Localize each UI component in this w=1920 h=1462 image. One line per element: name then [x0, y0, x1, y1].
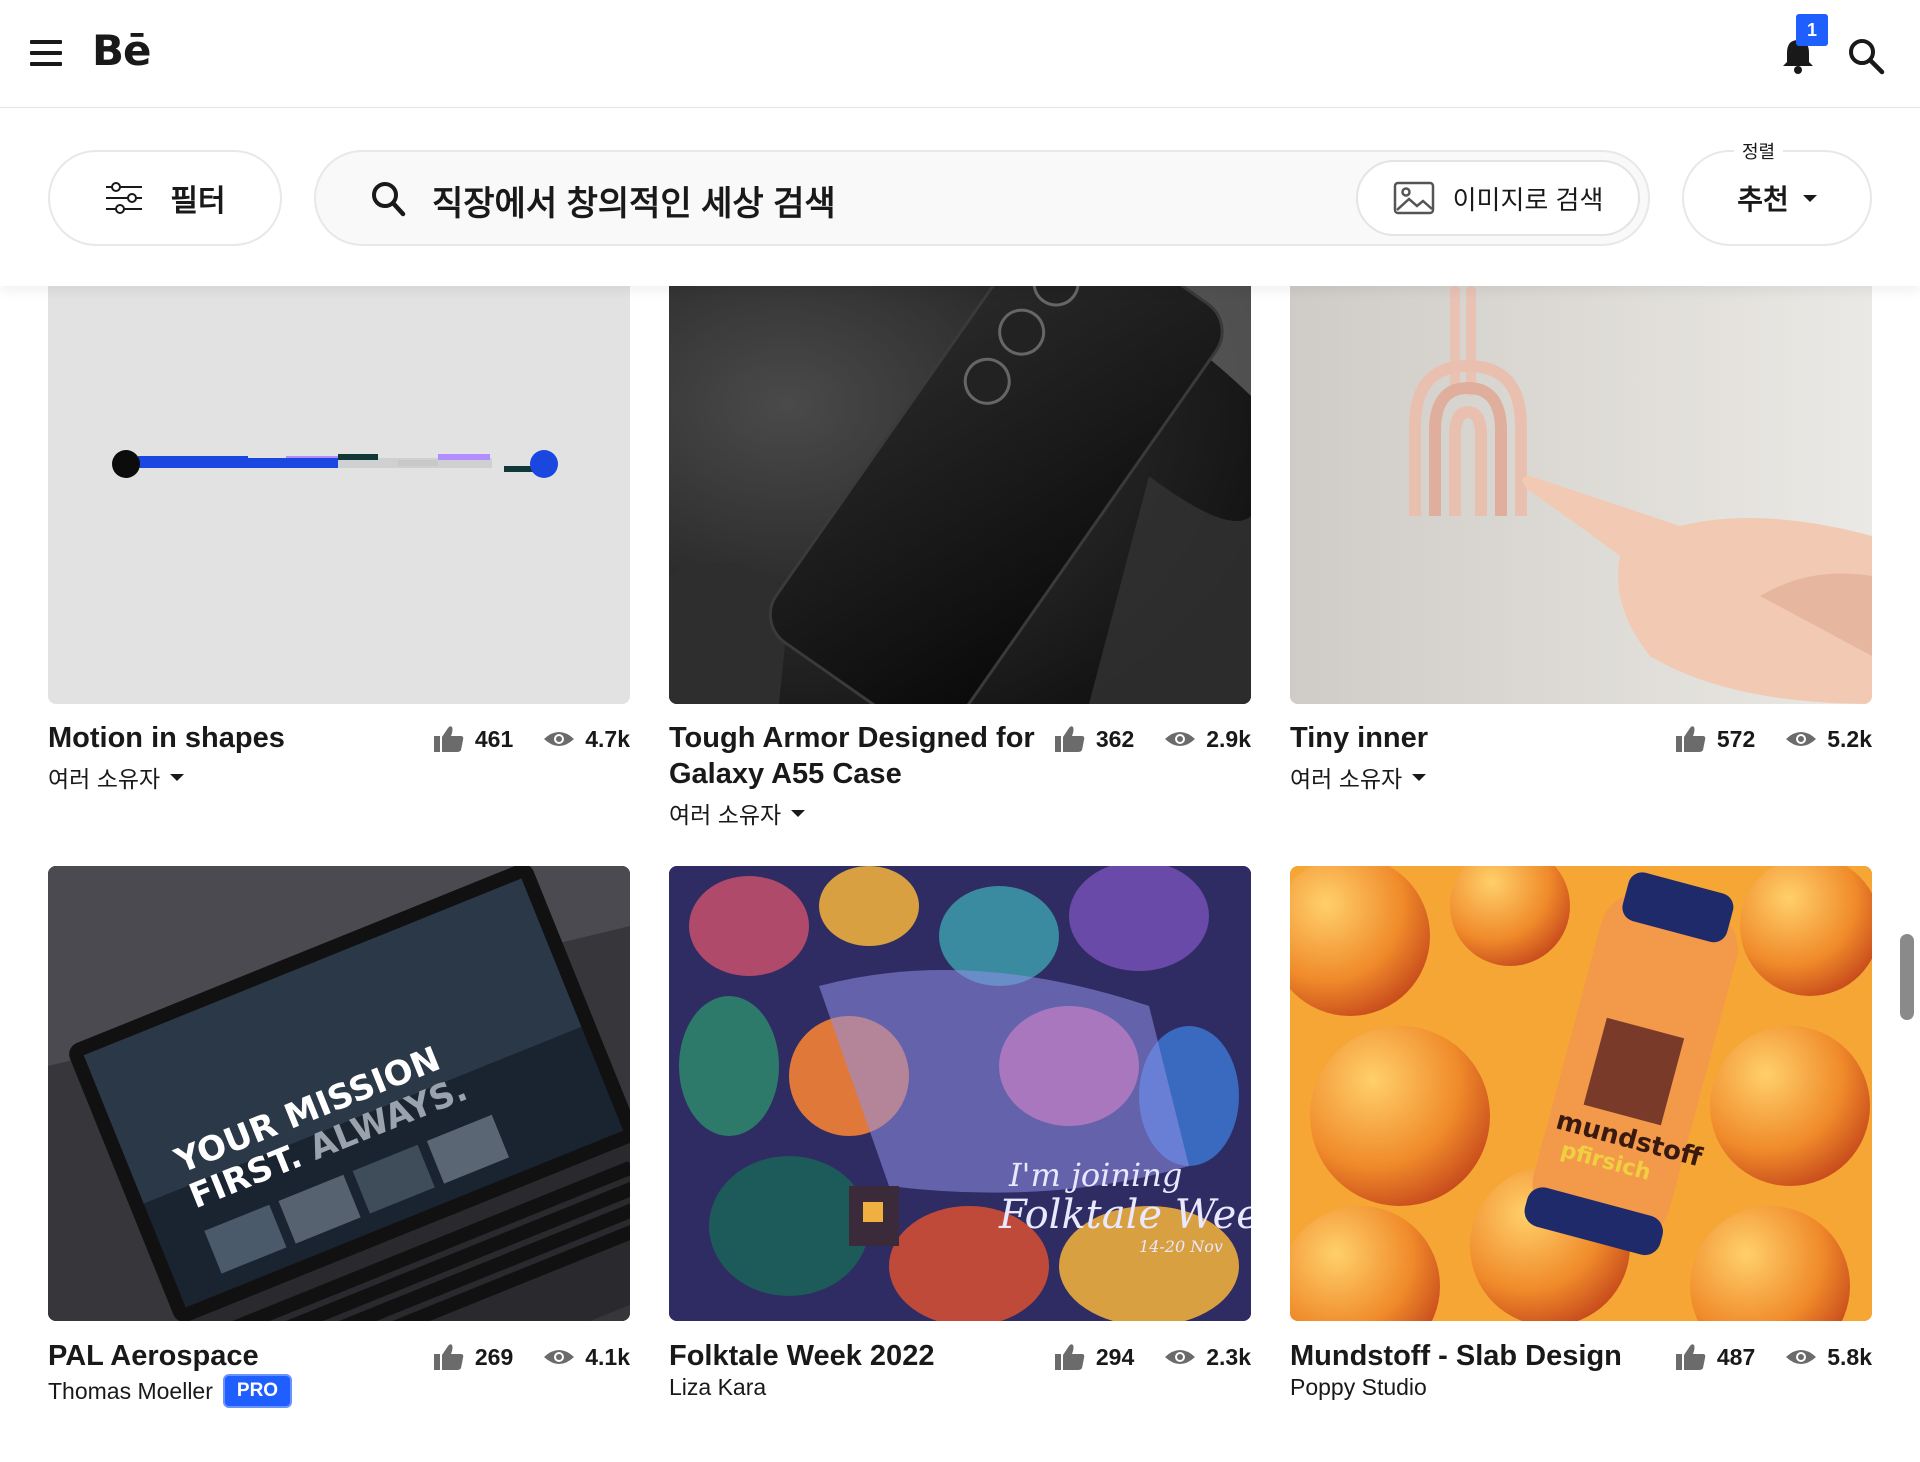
search-filter-bar: 필터 직장에서 창의적인 세상 검색 이미지로 검색 정렬 추천 — [0, 108, 1920, 286]
chevron-down-icon — [1802, 194, 1817, 202]
owner-dropdown[interactable]: 여러 소유자 — [1290, 760, 1427, 794]
owner-name: Liza Kara — [669, 1374, 767, 1400]
like-count: 362 — [1095, 725, 1135, 752]
project-title[interactable]: Tiny inner — [1290, 720, 1670, 756]
owner-link[interactable]: Poppy Studio — [1290, 1374, 1427, 1401]
appreciation-icon — [1054, 1342, 1086, 1372]
eye-icon — [543, 729, 575, 749]
search-icon[interactable] — [1846, 36, 1886, 76]
search-icon — [372, 182, 406, 217]
owner-dropdown[interactable]: 여러 소유자 — [48, 760, 185, 794]
like-count: 294 — [1095, 1343, 1135, 1370]
project-title[interactable]: Mundstoff - Slab Design — [1290, 1338, 1670, 1374]
chevron-down-icon — [1412, 773, 1427, 781]
like-count: 269 — [474, 1343, 514, 1370]
owner-link[interactable]: Thomas Moeller PRO — [48, 1374, 293, 1408]
project-thumbnail[interactable] — [1290, 276, 1872, 704]
view-count: 2.3k — [1206, 1343, 1251, 1370]
view-count: 4.7k — [585, 725, 630, 752]
like-count: 487 — [1716, 1343, 1756, 1370]
owner-name: 여러 소유자 — [1290, 766, 1403, 792]
project-stats: 269 4.1k — [433, 1342, 630, 1372]
project-stats: 487 5.8k — [1675, 1342, 1872, 1372]
like-count: 572 — [1716, 725, 1756, 752]
svg-text:14-20 Nov: 14-20 Nov — [1139, 1237, 1223, 1256]
appreciation-icon — [1675, 724, 1707, 754]
pro-badge: PRO — [222, 1374, 293, 1408]
owner-dropdown[interactable]: 여러 소유자 — [669, 796, 806, 830]
search-query: 직장에서 창의적인 세상 검색 — [432, 185, 836, 223]
appreciation-icon — [433, 1342, 465, 1372]
notification-badge: 1 — [1796, 14, 1828, 46]
project-title[interactable]: Motion in shapes — [48, 720, 428, 756]
eye-icon — [543, 1347, 575, 1367]
owner-name: Thomas Moeller — [48, 1377, 213, 1404]
menu-icon[interactable] — [30, 40, 62, 68]
sort-caption: 정렬 — [1734, 138, 1784, 164]
view-count: 2.9k — [1206, 725, 1251, 752]
chevron-down-icon — [170, 773, 185, 781]
like-count: 461 — [474, 725, 514, 752]
appreciation-icon — [1675, 1342, 1707, 1372]
eye-icon — [1785, 1347, 1817, 1367]
owner-name: 여러 소유자 — [48, 766, 161, 792]
page-scrollbar[interactable] — [1900, 934, 1914, 1020]
project-stats: 294 2.3k — [1054, 1342, 1251, 1372]
thumbnail-text: I'm joining — [1008, 1156, 1182, 1194]
project-title[interactable]: Tough Armor Designed for Galaxy A55 Case — [669, 720, 1049, 792]
eye-icon — [1164, 1347, 1196, 1367]
eye-icon — [1785, 729, 1817, 749]
behance-logo[interactable]: Bē — [92, 26, 151, 75]
image-search-label: 이미지로 검색 — [1452, 184, 1604, 215]
view-count: 5.8k — [1827, 1343, 1872, 1370]
svg-text:Folktale Week: Folktale Week — [998, 1192, 1251, 1238]
sort-dropdown[interactable]: 추천 — [1682, 150, 1872, 246]
owner-name: 여러 소유자 — [669, 802, 782, 828]
project-stats: 572 5.2k — [1675, 724, 1872, 754]
image-icon — [1393, 181, 1434, 215]
owner-name: Poppy Studio — [1290, 1374, 1427, 1400]
project-title[interactable]: Folktale Week 2022 — [669, 1338, 1049, 1374]
project-thumbnail[interactable] — [48, 276, 630, 704]
filter-label: 필터 — [170, 185, 226, 218]
sliders-icon — [106, 182, 143, 214]
search-input[interactable]: 직장에서 창의적인 세상 검색 이미지로 검색 — [314, 150, 1650, 246]
owner-link[interactable]: Liza Kara — [669, 1374, 766, 1401]
sort-value: 추천 — [1737, 184, 1789, 215]
filter-button[interactable]: 필터 — [48, 150, 282, 246]
eye-icon — [1164, 729, 1196, 749]
image-search-button[interactable]: 이미지로 검색 — [1356, 160, 1640, 236]
project-title[interactable]: PAL Aerospace — [48, 1338, 428, 1374]
project-thumbnail[interactable] — [669, 276, 1251, 704]
project-stats: 362 2.9k — [1054, 724, 1251, 754]
project-stats: 461 4.7k — [433, 724, 630, 754]
project-thumbnail[interactable]: mundstoff pfirsich — [1290, 866, 1872, 1321]
top-navigation: Bē 1 — [0, 0, 1920, 108]
chevron-down-icon — [791, 809, 806, 817]
project-thumbnail[interactable]: YOUR MISSION FIRST. ALWAYS. — [48, 866, 630, 1321]
project-thumbnail[interactable]: I'm joining Folktale Week 14-20 Nov — [669, 866, 1251, 1321]
view-count: 5.2k — [1827, 725, 1872, 752]
view-count: 4.1k — [585, 1343, 630, 1370]
appreciation-icon — [433, 724, 465, 754]
appreciation-icon — [1054, 724, 1086, 754]
